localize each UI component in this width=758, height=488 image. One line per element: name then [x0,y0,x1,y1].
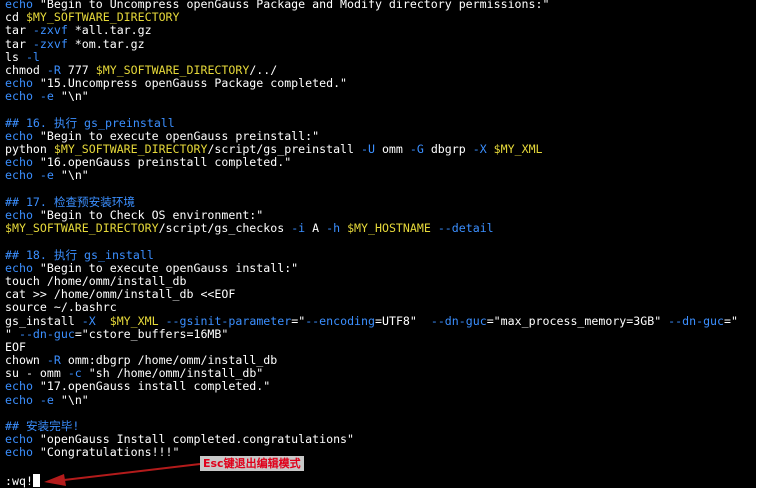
vim-command-line[interactable]: :wq! [5,474,40,488]
terminal-window[interactable]: echo "Begin to Uncompress openGauss Pack… [0,0,758,488]
annotation-arrow-head [44,474,66,486]
command-text: :wq! [5,474,33,488]
annotation-arrow-line [63,463,201,481]
annotation-arrow [44,463,201,486]
text-cursor [32,474,40,487]
annotation-label: Esc键退出编辑模式 [200,456,304,471]
